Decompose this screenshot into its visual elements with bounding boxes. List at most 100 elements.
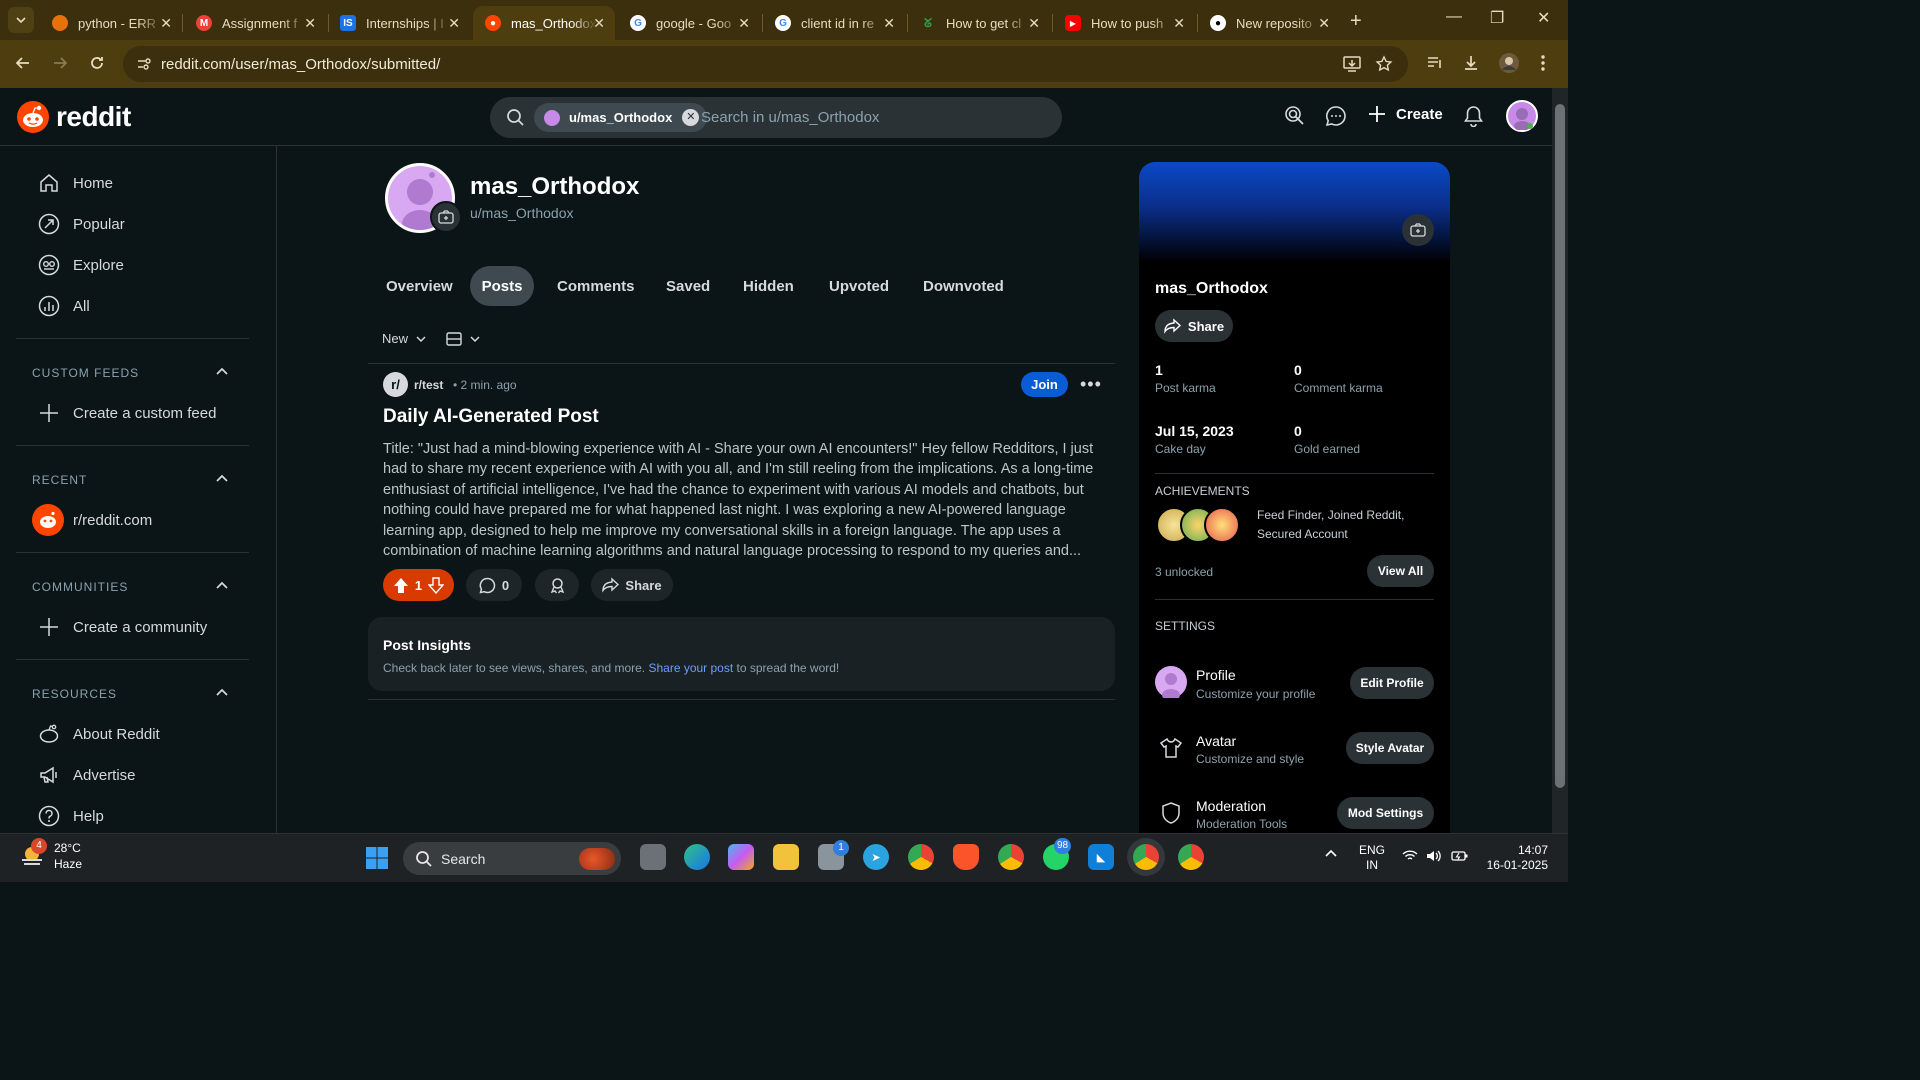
change-avatar-button[interactable] [430, 201, 462, 233]
tab-hidden[interactable]: Hidden [743, 278, 794, 295]
post-body[interactable]: Title: "Just had a mind-blowing experien… [383, 439, 1099, 563]
sidebar-item-explore[interactable]: Explore [38, 254, 124, 276]
more-options-icon[interactable]: ••• [1080, 374, 1102, 395]
sidebar-item-popular[interactable]: Popular [38, 213, 125, 235]
chrome-icon[interactable] [1178, 844, 1204, 870]
clock[interactable]: 14:07 16-01-2025 [1484, 843, 1548, 873]
site-info-icon[interactable] [135, 55, 153, 73]
search-input[interactable]: Search in u/mas_Orthodox [701, 109, 879, 126]
copilot-icon[interactable] [728, 844, 754, 870]
create-post-button[interactable]: Create [1367, 104, 1443, 124]
sidebar-item-advertise[interactable]: Advertise [38, 764, 136, 786]
notification-bell-icon[interactable] [1463, 105, 1484, 127]
browser-profile-avatar[interactable] [1498, 52, 1520, 74]
close-icon[interactable]: ✕ [160, 15, 172, 32]
chevron-up-icon[interactable] [214, 686, 230, 698]
browser-tab[interactable]: python - ERR ✕ [40, 6, 182, 40]
chrome-icon[interactable] [998, 844, 1024, 870]
tab-posts[interactable]: Posts [470, 266, 534, 306]
edge-browser-icon[interactable] [684, 844, 710, 870]
sort-dropdown[interactable]: New [382, 331, 428, 346]
chat-icon[interactable] [1325, 105, 1347, 127]
chevron-up-icon[interactable] [214, 365, 230, 377]
sidebar-item-help[interactable]: Help [38, 805, 104, 827]
create-community-link[interactable]: Create a community [38, 616, 207, 638]
style-avatar-button[interactable]: Style Avatar [1346, 732, 1434, 764]
close-icon[interactable]: ✕ [1318, 15, 1330, 32]
forward-arrow-icon[interactable] [51, 54, 69, 72]
award-button[interactable] [535, 569, 579, 601]
change-banner-button[interactable] [1402, 214, 1434, 246]
media-queue-icon[interactable] [1426, 54, 1444, 72]
section-header-communities[interactable]: COMMUNITIES [32, 580, 128, 594]
close-icon[interactable]: ✕ [448, 15, 460, 32]
tab-upvoted[interactable]: Upvoted [829, 278, 889, 295]
post-title[interactable]: Daily AI-Generated Post [383, 406, 599, 428]
achievement-badges[interactable] [1156, 507, 1246, 545]
restore-icon[interactable]: ❐ [1490, 8, 1504, 28]
browser-tab[interactable]: ▶ How to push ✕ [1053, 6, 1195, 40]
minimize-icon[interactable]: — [1446, 8, 1462, 26]
chevron-up-icon[interactable] [214, 579, 230, 591]
section-header-resources[interactable]: RESOURCES [32, 687, 117, 701]
wifi-icon[interactable] [1402, 850, 1418, 862]
view-all-button[interactable]: View All [1367, 555, 1434, 587]
windows-start-icon[interactable] [364, 845, 390, 871]
advertise-icon[interactable] [1284, 105, 1306, 127]
browser-tab[interactable]: M Assignment f ✕ [184, 6, 326, 40]
mod-settings-button[interactable]: Mod Settings [1337, 797, 1434, 829]
close-icon[interactable]: ✕ [883, 15, 895, 32]
scrollbar-thumb[interactable] [1555, 104, 1565, 788]
download-icon[interactable] [1462, 54, 1480, 72]
file-explorer-icon[interactable] [773, 844, 799, 870]
post-subreddit-link[interactable]: r/test [414, 378, 443, 392]
share-button[interactable]: Share [591, 569, 673, 601]
subreddit-icon[interactable]: r/ [383, 372, 408, 397]
search-scope-chip[interactable]: u/mas_Orthodox ✕ [534, 103, 708, 132]
chrome-active-icon[interactable] [1133, 844, 1159, 870]
clear-scope-icon[interactable]: ✕ [682, 109, 700, 126]
browser-menu-icon[interactable] [1540, 54, 1546, 72]
view-mode-dropdown[interactable] [446, 331, 482, 347]
telegram-icon[interactable]: ➤ [863, 844, 889, 870]
downvote-icon[interactable] [428, 576, 445, 594]
share-your-post-link[interactable]: Share your post [648, 661, 733, 675]
sidebar-item-home[interactable]: Home [38, 172, 113, 194]
language-indicator[interactable]: ENG IN [1359, 843, 1385, 873]
vscode-icon[interactable]: ◣ [1088, 844, 1114, 870]
reddit-logo[interactable]: reddit [16, 100, 131, 134]
close-icon[interactable]: ✕ [738, 15, 750, 32]
upvote-icon[interactable] [393, 577, 409, 594]
brave-browser-icon[interactable] [953, 844, 979, 870]
chevron-up-icon[interactable] [1324, 848, 1338, 858]
taskbar-search[interactable]: Search [403, 842, 621, 875]
reload-icon[interactable] [88, 54, 106, 72]
close-icon[interactable]: ✕ [304, 15, 316, 32]
browser-tab[interactable]: G google - Goo ✕ [618, 6, 760, 40]
browser-tab-active[interactable]: ● mas_Orthodox ✕ [473, 6, 615, 40]
close-icon[interactable]: ✕ [1173, 15, 1185, 32]
browser-tab[interactable]: G client id in re ✕ [763, 6, 905, 40]
tab-comments[interactable]: Comments [557, 278, 635, 295]
browser-tab[interactable]: ᘜ How to get cl ✕ [908, 6, 1050, 40]
weather-widget[interactable]: 4 28°C Haze [18, 838, 82, 872]
install-app-icon[interactable] [1342, 55, 1362, 73]
tab-overview[interactable]: Overview [386, 278, 453, 295]
join-button[interactable]: Join [1021, 372, 1068, 397]
section-header-recent[interactable]: RECENT [32, 473, 87, 487]
new-tab-button[interactable]: + [1350, 10, 1362, 33]
volume-icon[interactable] [1426, 850, 1442, 862]
window-close-icon[interactable]: ✕ [1537, 8, 1550, 28]
tab-downvoted[interactable]: Downvoted [923, 278, 1004, 295]
sidebar-item-about-reddit[interactable]: About Reddit [38, 723, 160, 745]
browser-tab[interactable]: IS Internships | I ✕ [328, 6, 470, 40]
address-field[interactable]: reddit.com/user/mas_Orthodox/submitted/ [123, 46, 1408, 82]
section-header-custom-feeds[interactable]: CUSTOM FEEDS [32, 366, 139, 380]
task-view-icon[interactable] [640, 844, 666, 870]
comments-button[interactable]: 0 [466, 569, 522, 601]
bookmark-star-icon[interactable] [1375, 55, 1393, 73]
browser-tab[interactable]: ● New reposito ✕ [1198, 6, 1340, 40]
back-arrow-icon[interactable] [14, 54, 32, 72]
close-icon[interactable]: ✕ [1028, 15, 1040, 32]
tab-saved[interactable]: Saved [666, 278, 710, 295]
